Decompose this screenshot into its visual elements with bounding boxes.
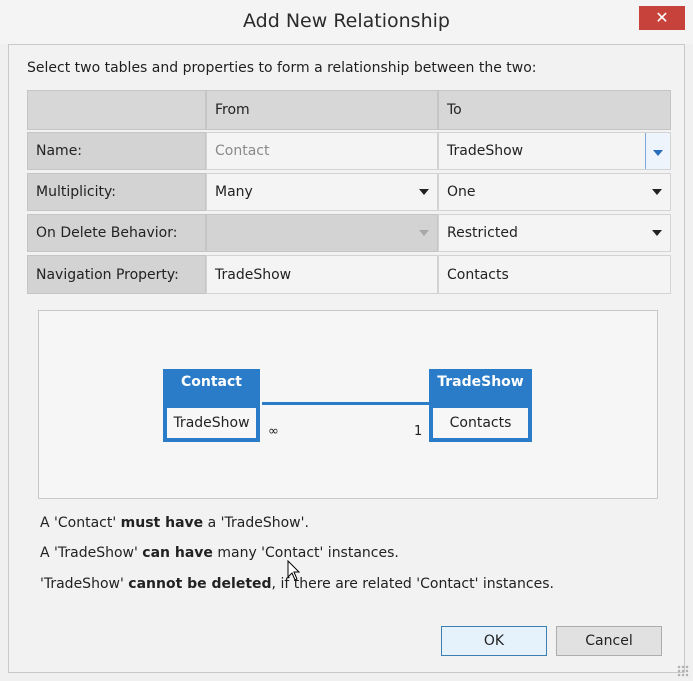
relationship-line [262,402,430,405]
from-multiplicity-value: Many [215,184,253,200]
from-multiplicity-select[interactable]: Many [206,173,438,211]
to-on-delete-value: Restricted [447,225,518,241]
resize-grip-icon[interactable] [677,665,689,677]
name-label: Name: [27,132,206,170]
relationship-grid: From To Name: Contact TradeShow Multipli… [27,90,671,294]
to-name-value: TradeShow [447,143,524,159]
chevron-down-icon [419,230,429,236]
to-name-dropdown-button[interactable] [645,133,670,169]
contact-entity-name: Contact [181,374,242,390]
dialog-title: Add New Relationship [243,10,450,32]
contact-entity: Contact TradeShow [163,369,260,442]
to-multiplicity-value: One [447,184,476,200]
chevron-down-icon [652,189,662,195]
from-on-delete-select-disabled [206,214,438,252]
summary-line-2: A 'TradeShow' can have many 'Contact' in… [40,545,399,561]
contact-entity-property: TradeShow [167,408,256,438]
grid-corner [27,90,206,130]
from-name-field: Contact [206,132,438,170]
instruction-text: Select two tables and properties to form… [27,60,537,76]
from-column-header: From [206,90,438,130]
tradeshow-entity: TradeShow Contacts [429,369,532,442]
tradeshow-entity-property: Contacts [433,408,528,438]
to-column-header: To [438,90,671,130]
chevron-down-icon [419,189,429,195]
left-multiplicity-label: ∞ [268,424,279,439]
close-button[interactable]: ✕ [639,6,685,30]
to-multiplicity-select[interactable]: One [438,173,671,211]
on-delete-label: On Delete Behavior: [27,214,206,252]
navigation-property-label: Navigation Property: [27,255,206,294]
summary-line-1: A 'Contact' must have a 'TradeShow'. [40,515,309,531]
cancel-button[interactable]: Cancel [556,626,662,656]
to-navigation-property-field[interactable]: Contacts [438,255,671,294]
chevron-down-icon [652,230,662,236]
right-multiplicity-label: 1 [414,424,423,439]
to-on-delete-select[interactable]: Restricted [438,214,671,252]
chevron-down-icon [653,150,663,156]
multiplicity-label: Multiplicity: [27,173,206,211]
title-bar: Add New Relationship ✕ [0,0,693,44]
close-icon: ✕ [655,8,669,27]
ok-button[interactable]: OK [441,626,547,656]
to-name-select[interactable]: TradeShow [438,132,671,170]
tradeshow-entity-name: TradeShow [437,374,524,390]
from-navigation-property-field[interactable]: TradeShow [206,255,438,294]
